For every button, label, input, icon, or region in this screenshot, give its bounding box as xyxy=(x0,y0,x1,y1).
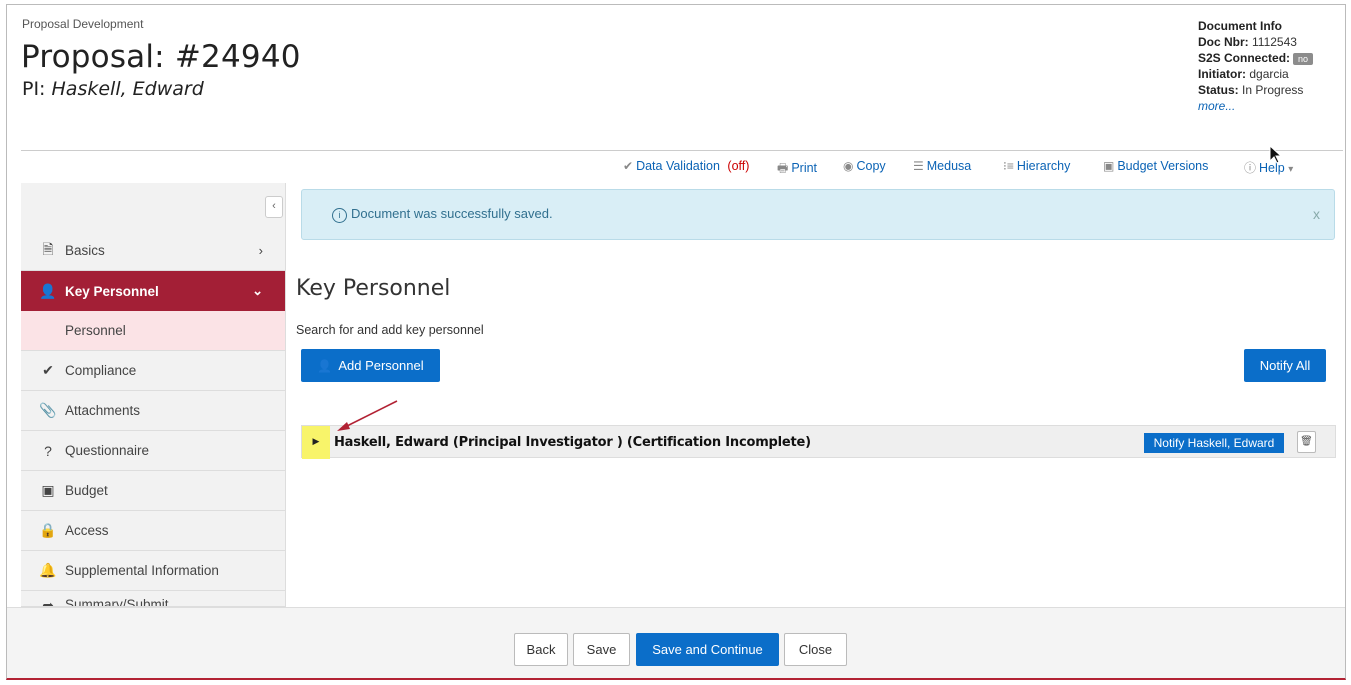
close-button[interactable]: Close xyxy=(784,633,847,666)
notify-all-button[interactable]: Notify All xyxy=(1244,349,1326,382)
s2s-badge: no xyxy=(1293,52,1314,65)
section-subtitle: Search for and add key personnel xyxy=(296,323,484,337)
trash-icon: 🗑 xyxy=(1300,436,1313,447)
alert-message-wrap: i Document was successfully saved. xyxy=(332,206,553,223)
sidebar-item-label: Attachments xyxy=(65,403,141,418)
pi-label: PI: xyxy=(22,78,46,100)
add-personnel-label: Add Personnel xyxy=(338,358,424,373)
more-link[interactable]: more... xyxy=(1198,98,1313,114)
data-validation-label: Data Validation xyxy=(636,159,720,173)
collapse-sidebar-button[interactable]: ‹ xyxy=(265,196,283,218)
bell-icon: 🔔 xyxy=(39,562,57,578)
lock-icon: 🔒 xyxy=(39,522,57,538)
expand-row-toggle[interactable]: ▶ xyxy=(302,426,330,459)
paperclip-icon: 📎 xyxy=(39,402,57,418)
question-icon: ? xyxy=(44,442,52,459)
success-alert: i Document was successfully saved. x xyxy=(301,189,1335,240)
sidebar-item-attachments[interactable]: 📎 Attachments xyxy=(21,391,285,431)
check-icon: ✔ xyxy=(623,159,634,173)
chevron-right-icon: › xyxy=(258,243,263,258)
save-and-continue-button[interactable]: Save and Continue xyxy=(636,633,779,666)
alert-message: Document was successfully saved. xyxy=(351,206,553,221)
status-value: In Progress xyxy=(1242,83,1304,97)
sidebar-item-label: Summary/Submit xyxy=(65,597,169,607)
notify-person-button[interactable]: Notify Haskell, Edward xyxy=(1144,433,1284,453)
pi-line: PI: Haskell, Edward xyxy=(22,78,204,100)
pi-name: Haskell, Edward xyxy=(51,78,204,100)
footer-bar: Back Save Save and Continue Close xyxy=(7,607,1345,678)
save-button[interactable]: Save xyxy=(573,633,630,666)
sidebar-item-label: Compliance xyxy=(65,363,137,378)
sidebar-item-questionnaire[interactable]: ? Questionnaire xyxy=(21,431,285,471)
status-label: Status: xyxy=(1198,83,1239,97)
sidebar-item-label: Basics xyxy=(65,243,105,258)
document-info-heading: Document Info xyxy=(1198,19,1282,33)
copy-label: Copy xyxy=(856,159,886,173)
share-icon: ➦ xyxy=(42,597,54,607)
sidebar-item-budget[interactable]: ▣ Budget xyxy=(21,471,285,511)
sidebar-item-key-personnel[interactable]: 👤 Key Personnel ⌄ xyxy=(21,271,285,311)
module-label: Proposal Development xyxy=(22,17,144,31)
caret-down-icon: ▾ xyxy=(1288,164,1294,175)
doc-nbr-label: Doc Nbr: xyxy=(1198,35,1249,49)
page-title: Proposal: #24940 xyxy=(21,39,301,75)
back-button[interactable]: Back xyxy=(514,633,568,666)
annotation-arrow xyxy=(337,400,398,431)
document-icon: 🗎 xyxy=(42,240,54,257)
medusa-link[interactable]: ☰ Medusa xyxy=(913,159,971,173)
chevron-left-icon: ‹ xyxy=(272,200,276,212)
sidebar-item-label: Supplemental Information xyxy=(65,563,219,578)
sidebar-item-access[interactable]: 🔒 Access xyxy=(21,511,285,551)
sidebar-item-label: Personnel xyxy=(65,323,126,338)
sidebar-item-compliance[interactable]: ✔ Compliance xyxy=(21,351,285,391)
info-icon: i xyxy=(332,208,347,223)
delete-personnel-button[interactable]: 🗑 xyxy=(1297,431,1316,453)
s2s-label: S2S Connected: xyxy=(1198,51,1291,65)
money-icon: ▣ xyxy=(41,482,55,498)
question-icon: ⓘ xyxy=(1244,161,1257,175)
hierarchy-label: Hierarchy xyxy=(1016,159,1071,173)
user-icon: 👤 xyxy=(317,358,333,373)
check-icon: ✔ xyxy=(42,362,54,378)
list-icon: ⁝≡ xyxy=(1003,159,1014,173)
mouse-cursor-icon xyxy=(1269,145,1283,164)
sidebar-item-summary-submit[interactable]: ➦ Summary/Submit xyxy=(21,591,285,607)
money-icon: ▣ xyxy=(1103,159,1115,173)
chevron-down-icon: ⌄ xyxy=(252,283,263,298)
medusa-icon: ☰ xyxy=(913,159,924,173)
sidebar-item-personnel[interactable]: Personnel xyxy=(21,311,285,351)
sidebar-item-basics[interactable]: 🗎 Basics › xyxy=(21,231,285,271)
printer-icon: 🖶 xyxy=(777,161,789,175)
user-icon: 👤 xyxy=(39,282,57,299)
caret-right-icon: ▶ xyxy=(312,436,320,446)
section-heading: Key Personnel xyxy=(296,276,451,301)
budget-versions-label: Budget Versions xyxy=(1117,159,1209,173)
doc-nbr-value: 1112543 xyxy=(1252,35,1297,49)
initiator-label: Initiator: xyxy=(1198,67,1246,81)
sidebar-item-label: Key Personnel xyxy=(65,283,159,299)
medusa-label: Medusa xyxy=(926,159,972,173)
budget-versions-link[interactable]: ▣ Budget Versions xyxy=(1103,159,1208,173)
add-personnel-button[interactable]: 👤 Add Personnel xyxy=(301,349,440,382)
header-divider xyxy=(21,150,1343,151)
initiator-value: dgarcia xyxy=(1249,67,1289,81)
data-validation-state: (off) xyxy=(727,159,750,173)
hierarchy-link[interactable]: ⁝≡ Hierarchy xyxy=(1003,159,1070,173)
copy-link[interactable]: ◉ Copy xyxy=(843,159,886,173)
print-link[interactable]: 🖶 Print xyxy=(777,159,817,180)
sidebar-item-label: Access xyxy=(65,523,109,538)
sidebar-item-label: Budget xyxy=(65,483,108,498)
data-validation-link[interactable]: ✔ Data Validation (off) xyxy=(623,159,749,173)
personnel-name: Haskell, Edward (Principal Investigator … xyxy=(334,435,811,450)
proposal-window: Proposal Development Proposal: #24940 PI… xyxy=(6,4,1346,680)
sidebar-item-supplemental-information[interactable]: 🔔 Supplemental Information xyxy=(21,551,285,591)
eye-icon: ◉ xyxy=(843,159,854,173)
sidebar-item-label: Questionnaire xyxy=(65,443,150,458)
personnel-row: ▶ Haskell, Edward (Principal Investigato… xyxy=(301,425,1336,459)
print-label: Print xyxy=(791,161,818,175)
document-info: Document Info Doc Nbr: 1112543 S2S Conne… xyxy=(1198,18,1314,114)
close-alert-button[interactable]: x xyxy=(1313,206,1320,222)
